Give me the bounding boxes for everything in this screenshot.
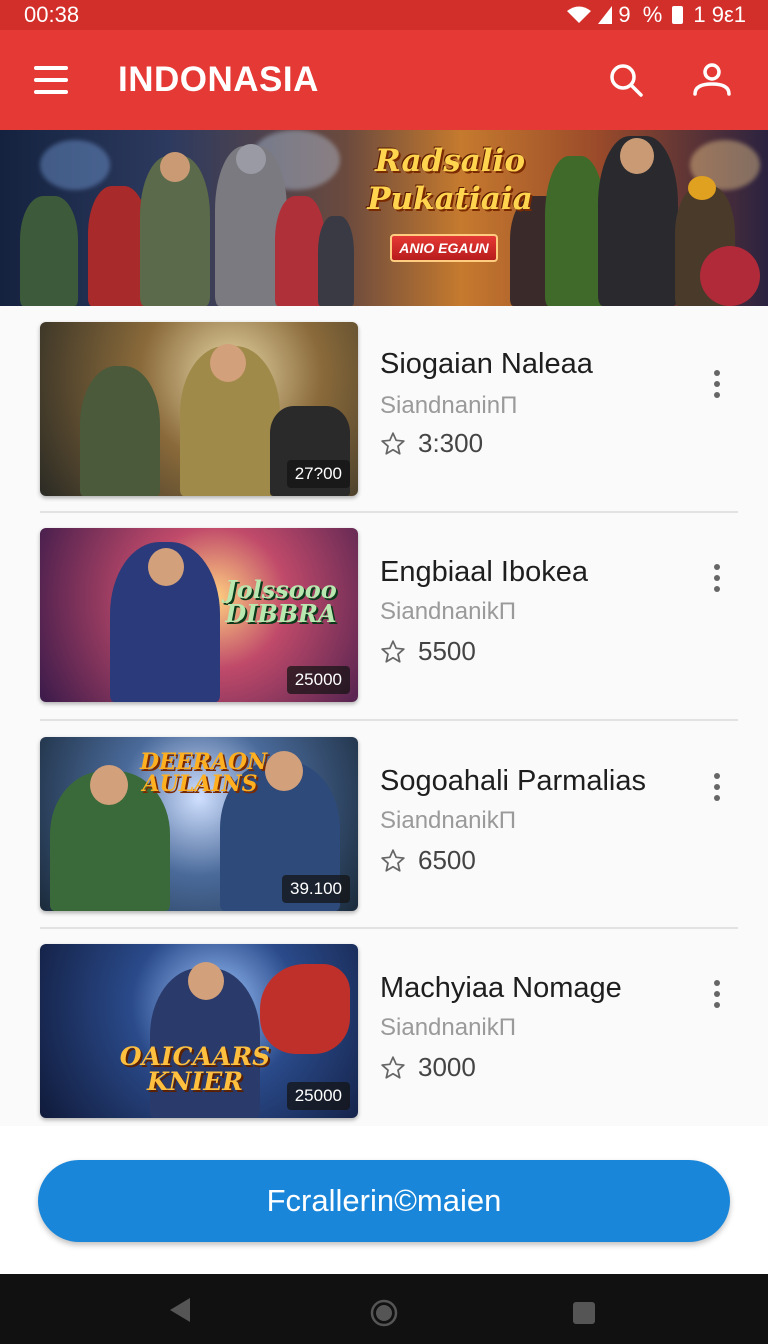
promo-banner[interactable]: Radsalio Pukatiaia ANIO EGAUN (0, 130, 768, 306)
more-vert-icon[interactable] (706, 560, 728, 596)
download-badge: 25000 (286, 1082, 350, 1110)
game-list: 27?00 Siogaian Naleaa SiandnaninΠ 3:300 … (0, 306, 768, 1126)
thumbnail-logo: OAICAARS KNIER (119, 1042, 271, 1096)
battery-icon (672, 6, 684, 24)
thumbnail-logo: Jolssooo DIBBRA (225, 575, 337, 628)
thumbnail-logo: DEERAON AULAINS (140, 749, 268, 797)
divider (40, 927, 738, 929)
rating-value: 5500 (418, 636, 476, 666)
star-icon (381, 639, 405, 663)
star-icon (381, 431, 405, 455)
list-item[interactable]: OAICAARS KNIER 25000 Machyiaa Nomage Sia… (0, 944, 768, 1152)
banner-hero (545, 156, 605, 306)
list-item[interactable]: DEERAON AULAINS 39.100 Sogoahali Parmali… (0, 737, 768, 945)
banner-hero (88, 186, 148, 306)
list-item[interactable]: 27?00 Siogaian Naleaa SiandnaninΠ 3:300 (0, 322, 768, 530)
more-vert-icon[interactable] (706, 769, 728, 805)
menu-icon[interactable] (34, 66, 68, 94)
game-rating: 3:300 (380, 428, 483, 459)
primary-cta-button[interactable]: Fcrallerin©maien (38, 1160, 730, 1242)
game-rating: 6500 (380, 845, 476, 876)
banner-hero-head (160, 152, 190, 182)
search-button[interactable] (604, 58, 648, 102)
app-title: INDONASIA (118, 60, 319, 99)
thumbnail-head (210, 344, 246, 382)
game-title[interactable]: Sogoahali Parmalias (380, 765, 646, 798)
star-icon (381, 848, 405, 872)
more-vert-icon[interactable] (706, 976, 728, 1012)
divider (40, 719, 738, 721)
star-icon (381, 1055, 405, 1079)
thumbnail-head (265, 751, 303, 791)
status-extra-text: 1 9ε1 (693, 2, 746, 27)
game-subtitle: SiandnanikΠ (380, 807, 517, 834)
list-item[interactable]: Jolssooo DIBBRA 25000 Engbiaal Ibokea Si… (0, 528, 768, 736)
thumbnail-head (90, 765, 128, 805)
rating-value: 6500 (418, 845, 476, 875)
home-icon[interactable] (370, 1299, 398, 1327)
search-icon (610, 64, 643, 97)
thumbnail-figure (80, 366, 160, 496)
thumbnail-head (188, 962, 224, 1000)
banner-title-line2: Pukatiaia (367, 181, 533, 217)
game-title[interactable]: Siogaian Naleaa (380, 348, 593, 381)
game-thumbnail[interactable]: DEERAON AULAINS 39.100 (40, 737, 358, 911)
game-thumbnail[interactable]: Jolssooo DIBBRA 25000 (40, 528, 358, 702)
profile-icon (693, 63, 731, 96)
app-bar: INDONASIA (0, 30, 768, 130)
more-vert-icon[interactable] (706, 366, 728, 402)
system-nav-bar (0, 1274, 768, 1344)
recents-icon[interactable] (572, 1301, 596, 1325)
download-badge: 25000 (286, 666, 350, 694)
game-title[interactable]: Machyiaa Nomage (380, 972, 622, 1005)
signal-icon (598, 6, 613, 24)
thumbnail-head (148, 548, 184, 586)
banner-title: Radsalio Pukatiaia (360, 142, 540, 218)
banner-hero-head (620, 138, 654, 174)
rating-value: 3000 (418, 1052, 476, 1082)
download-badge: 27?00 (286, 460, 350, 488)
banner-drum (700, 246, 760, 306)
game-subtitle: SiandnaninΠ (380, 392, 518, 419)
banner-cta-button[interactable]: ANIO EGAUN (390, 234, 498, 262)
banner-hero (20, 196, 78, 306)
game-rating: 3000 (380, 1052, 476, 1083)
banner-hero-head (236, 144, 266, 174)
wifi-icon (567, 6, 592, 23)
rating-value: 3:300 (418, 428, 484, 458)
status-time: 00:38 (24, 2, 80, 27)
banner-hero-head (688, 176, 716, 200)
game-subtitle: SiandnanikΠ (380, 1014, 517, 1041)
game-rating: 5500 (380, 636, 476, 667)
back-icon[interactable] (168, 1297, 192, 1323)
game-thumbnail[interactable]: OAICAARS KNIER 25000 (40, 944, 358, 1118)
profile-button[interactable] (690, 58, 734, 102)
divider (40, 511, 738, 513)
game-title[interactable]: Engbiaal Ibokea (380, 556, 588, 589)
banner-hero (318, 216, 354, 306)
game-thumbnail[interactable]: 27?00 (40, 322, 358, 496)
status-signal-text: 9 % (618, 2, 663, 27)
cta-area: Fcrallerin©maien (0, 1126, 768, 1274)
game-subtitle: SiandnanikΠ (380, 598, 517, 625)
download-badge: 39.100 (282, 875, 350, 903)
banner-light (40, 140, 110, 190)
banner-title-line1: Radsalio (374, 143, 525, 179)
status-bar: 00:38 9 % 1 9ε1 (0, 0, 768, 30)
status-icons: 9 % 1 9ε1 (566, 2, 746, 28)
dragon-art (260, 964, 350, 1054)
